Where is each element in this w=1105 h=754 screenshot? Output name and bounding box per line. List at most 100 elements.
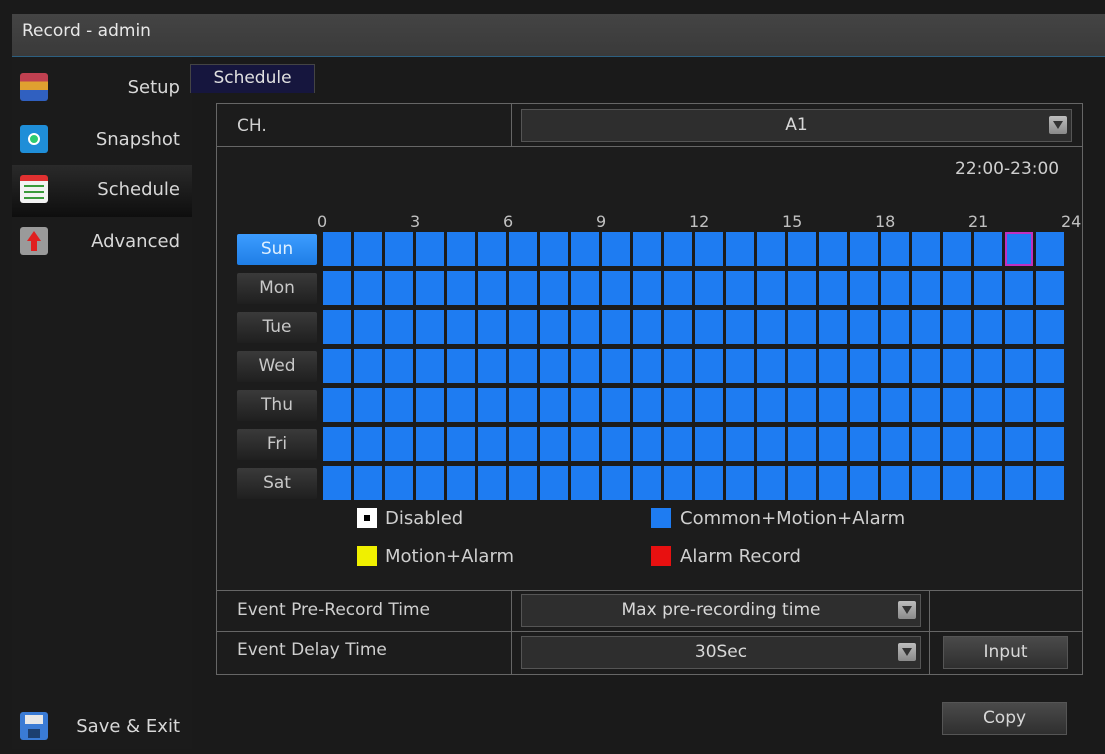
schedule-cell[interactable] [416, 310, 444, 344]
schedule-cell-highlighted[interactable] [1005, 232, 1033, 266]
schedule-cell[interactable] [509, 466, 537, 500]
schedule-cell[interactable] [819, 271, 847, 305]
schedule-cell[interactable] [819, 427, 847, 461]
schedule-cell[interactable] [447, 271, 475, 305]
schedule-cell[interactable] [850, 310, 878, 344]
schedule-cell[interactable] [912, 466, 940, 500]
day-button-thu[interactable]: Thu [237, 390, 317, 421]
schedule-cell[interactable] [540, 466, 568, 500]
schedule-cell[interactable] [447, 349, 475, 383]
schedule-cell[interactable] [943, 271, 971, 305]
schedule-cell[interactable] [385, 427, 413, 461]
schedule-cell[interactable] [943, 388, 971, 422]
schedule-cell[interactable] [385, 310, 413, 344]
schedule-cell[interactable] [695, 466, 723, 500]
schedule-cell[interactable] [757, 427, 785, 461]
schedule-cell[interactable] [695, 349, 723, 383]
sidebar-item-advanced[interactable]: Advanced [12, 217, 192, 269]
schedule-cell[interactable] [478, 427, 506, 461]
schedule-cell[interactable] [912, 427, 940, 461]
schedule-cell[interactable] [819, 232, 847, 266]
schedule-cell[interactable] [602, 271, 630, 305]
copy-button[interactable]: Copy [942, 702, 1067, 735]
schedule-cell[interactable] [354, 427, 382, 461]
schedule-cell[interactable] [974, 427, 1002, 461]
schedule-cell[interactable] [633, 349, 661, 383]
schedule-cell[interactable] [385, 466, 413, 500]
sidebar-item-schedule[interactable]: Schedule [12, 165, 192, 217]
schedule-cell[interactable] [1036, 232, 1064, 266]
schedule-cell[interactable] [478, 388, 506, 422]
schedule-cell[interactable] [912, 388, 940, 422]
schedule-cell[interactable] [416, 271, 444, 305]
schedule-cell[interactable] [726, 232, 754, 266]
schedule-cell[interactable] [571, 388, 599, 422]
schedule-cell[interactable] [788, 466, 816, 500]
sidebar-item-snapshot[interactable]: Snapshot [12, 115, 192, 167]
schedule-cell[interactable] [819, 388, 847, 422]
schedule-cell[interactable] [571, 427, 599, 461]
schedule-cell[interactable] [571, 271, 599, 305]
schedule-cell[interactable] [416, 232, 444, 266]
schedule-cell[interactable] [788, 271, 816, 305]
schedule-cell[interactable] [447, 466, 475, 500]
schedule-cell[interactable] [974, 310, 1002, 344]
schedule-cell[interactable] [757, 388, 785, 422]
schedule-cell[interactable] [819, 466, 847, 500]
schedule-cell[interactable] [323, 427, 351, 461]
schedule-cell[interactable] [726, 271, 754, 305]
schedule-cell[interactable] [633, 232, 661, 266]
schedule-cell[interactable] [1005, 466, 1033, 500]
schedule-cell[interactable] [974, 271, 1002, 305]
schedule-cell[interactable] [633, 466, 661, 500]
schedule-cell[interactable] [1036, 349, 1064, 383]
schedule-cell[interactable] [695, 427, 723, 461]
schedule-cell[interactable] [540, 232, 568, 266]
schedule-cell[interactable] [571, 466, 599, 500]
schedule-cell[interactable] [881, 310, 909, 344]
schedule-cell[interactable] [943, 427, 971, 461]
schedule-cell[interactable] [943, 466, 971, 500]
schedule-cell[interactable] [323, 466, 351, 500]
schedule-cell[interactable] [1036, 388, 1064, 422]
schedule-cell[interactable] [726, 310, 754, 344]
schedule-cell[interactable] [478, 310, 506, 344]
schedule-cell[interactable] [540, 388, 568, 422]
day-button-fri[interactable]: Fri [237, 429, 317, 460]
schedule-cell[interactable] [633, 427, 661, 461]
schedule-cell[interactable] [881, 349, 909, 383]
schedule-cell[interactable] [695, 388, 723, 422]
schedule-cell[interactable] [633, 388, 661, 422]
schedule-cell[interactable] [943, 349, 971, 383]
schedule-cell[interactable] [788, 349, 816, 383]
schedule-cell[interactable] [912, 310, 940, 344]
schedule-cell[interactable] [757, 310, 785, 344]
schedule-cell[interactable] [695, 271, 723, 305]
schedule-cell[interactable] [726, 388, 754, 422]
schedule-cell[interactable] [478, 466, 506, 500]
save-exit-button[interactable]: Save & Exit [12, 702, 192, 754]
schedule-cell[interactable] [602, 310, 630, 344]
day-button-mon[interactable]: Mon [237, 273, 317, 304]
schedule-cell[interactable] [416, 466, 444, 500]
schedule-cell[interactable] [726, 427, 754, 461]
schedule-cell[interactable] [509, 310, 537, 344]
schedule-cell[interactable] [447, 310, 475, 344]
schedule-cell[interactable] [354, 466, 382, 500]
schedule-cell[interactable] [912, 271, 940, 305]
schedule-cell[interactable] [1036, 271, 1064, 305]
schedule-cell[interactable] [912, 232, 940, 266]
schedule-cell[interactable] [478, 271, 506, 305]
schedule-cell[interactable] [757, 349, 785, 383]
schedule-cell[interactable] [385, 232, 413, 266]
schedule-cell[interactable] [602, 232, 630, 266]
schedule-cell[interactable] [540, 271, 568, 305]
schedule-cell[interactable] [974, 466, 1002, 500]
schedule-cell[interactable] [664, 232, 692, 266]
schedule-cell[interactable] [881, 427, 909, 461]
input-button[interactable]: Input [943, 636, 1068, 669]
schedule-cell[interactable] [757, 232, 785, 266]
schedule-cell[interactable] [974, 388, 1002, 422]
schedule-cell[interactable] [819, 349, 847, 383]
schedule-cell[interactable] [540, 349, 568, 383]
